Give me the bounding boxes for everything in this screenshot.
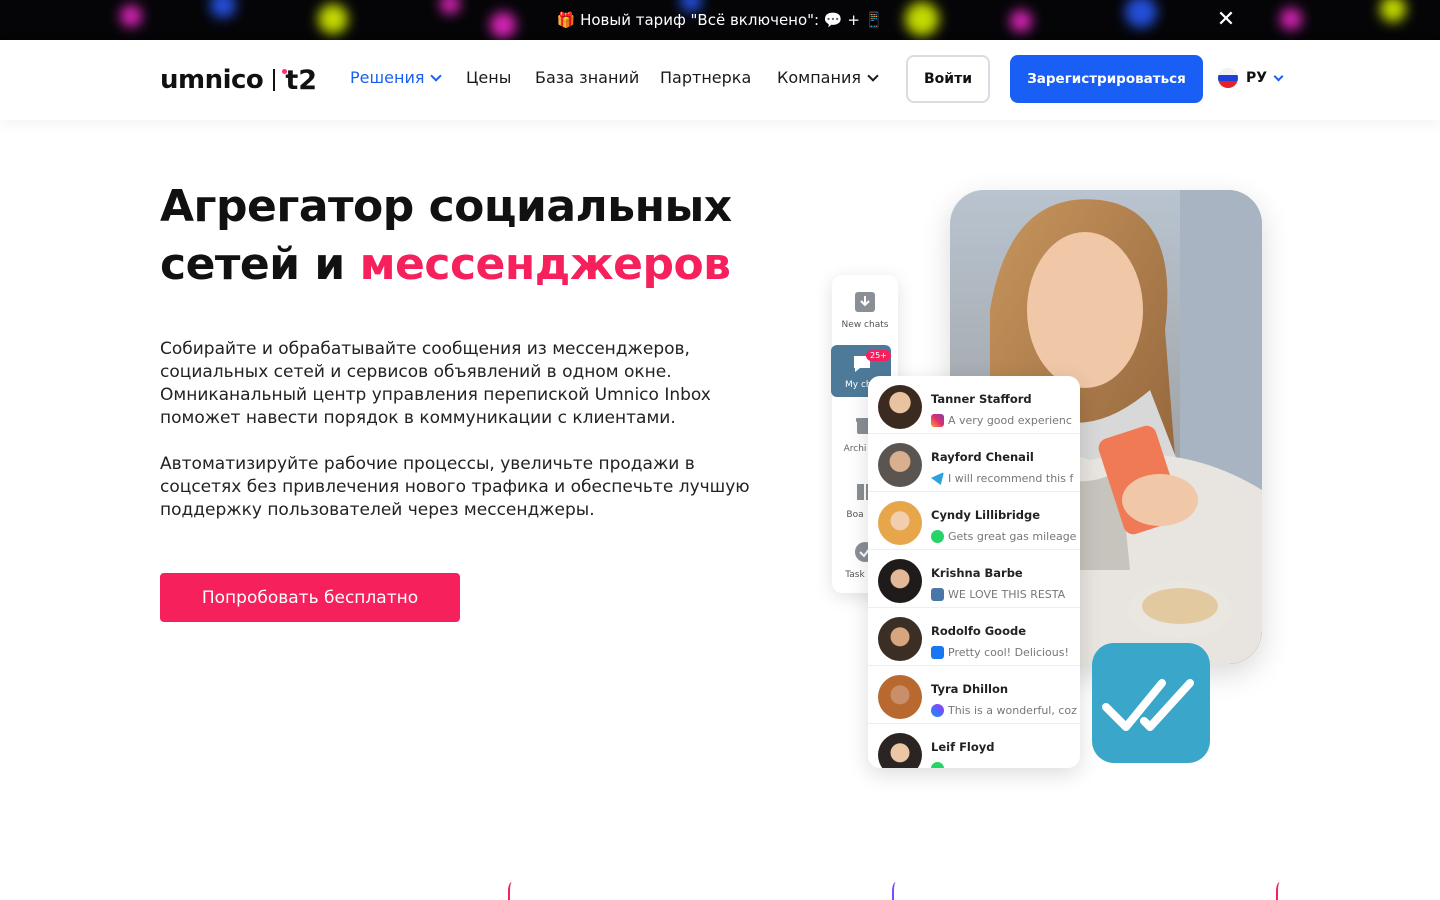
hero-description: Собирайте и обрабатывайте сообщения из м… <box>160 338 760 545</box>
logo-umnico: umnico <box>160 65 264 95</box>
chat-list-item[interactable]: Cyndy Lillibridge Gets great gas mileage <box>868 492 1080 550</box>
nav-prices-label: Цены <box>466 68 512 87</box>
sidebar-item-new-chats[interactable]: New chats <box>832 291 898 330</box>
chat-list-item[interactable]: Rodolfo Goode Pretty cool! Delicious! <box>868 608 1080 666</box>
vk-icon <box>931 588 944 601</box>
avatar <box>878 675 922 719</box>
inbox-download-icon <box>855 292 875 312</box>
chat-list-item[interactable]: Tyra Dhillon This is a wonderful, coz <box>868 666 1080 724</box>
nav-partners-label: Партнерка <box>660 68 752 87</box>
instagram-icon <box>931 414 944 427</box>
nav-partners[interactable]: Партнерка <box>660 68 777 87</box>
try-free-button[interactable]: Попробовать бесплатно <box>160 573 460 622</box>
language-selector[interactable]: РУ <box>1218 68 1284 88</box>
whatsapp-icon <box>931 530 944 543</box>
decorative-arc <box>892 882 900 900</box>
hero-paragraph-2: Автоматизируйте рабочие процессы, увелич… <box>160 454 750 520</box>
hero-title-accent: мессенджеров <box>359 239 731 290</box>
logo[interactable]: umnico t2 <box>160 60 317 100</box>
double-check-icon <box>1092 643 1210 763</box>
avatar <box>878 501 922 545</box>
language-label: РУ <box>1246 70 1268 86</box>
login-button[interactable]: Войти <box>906 55 990 103</box>
messenger-icon <box>931 704 944 717</box>
chevron-down-icon <box>867 69 879 82</box>
nav-knowledge-base[interactable]: База знаний <box>535 68 660 87</box>
promo-banner: 🎁 Новый тариф "Всё включено": 💬 + 📱 ✕ <box>0 0 1440 40</box>
logo-divider <box>273 69 276 91</box>
nav-prices[interactable]: Цены <box>466 68 535 87</box>
nav-knowledge-base-label: База знаний <box>535 68 640 87</box>
telegram-icon <box>931 472 944 485</box>
unread-badge: 25+ <box>866 350 891 361</box>
decorative-arc <box>508 882 516 900</box>
avatar <box>878 559 922 603</box>
facebook-icon <box>931 646 944 659</box>
avatar <box>878 443 922 487</box>
site-header: umnico t2 Решения Цены База знаний Партн… <box>0 40 1440 120</box>
register-button[interactable]: Зарегистрироваться <box>1010 55 1203 103</box>
nav-solutions-label: Решения <box>350 68 425 87</box>
hero-paragraph-1: Собирайте и обрабатывайте сообщения из м… <box>160 339 711 428</box>
russia-flag-icon <box>1218 68 1238 88</box>
chat-list-item[interactable]: Leif Floyd <box>868 724 1080 768</box>
chevron-down-icon <box>1273 71 1284 81</box>
close-icon[interactable]: ✕ <box>1214 8 1238 32</box>
avatar <box>878 385 922 429</box>
decorative-arc <box>1276 882 1284 900</box>
chat-list: Tanner Stafford A very good experienc Ra… <box>868 376 1080 768</box>
chat-list-item[interactable]: Tanner Stafford A very good experienc <box>868 376 1080 434</box>
chat-list-item[interactable]: Rayford Chenail I will recommend this f <box>868 434 1080 492</box>
avatar <box>878 617 922 661</box>
avatar <box>878 733 922 768</box>
chevron-down-icon <box>430 69 443 82</box>
nav-solutions[interactable]: Решения <box>350 68 466 87</box>
logo-t2: t2 <box>282 65 317 96</box>
whatsapp-icon <box>931 762 944 768</box>
hero-title: Агрегатор социальных сетей и мессенджеро… <box>160 181 732 290</box>
main-nav: Решения Цены База знаний Партнерка Компа… <box>350 68 887 87</box>
chat-list-item[interactable]: Krishna Barbe WE LOVE THIS RESTA <box>868 550 1080 608</box>
nav-company[interactable]: Компания <box>777 68 887 87</box>
nav-company-label: Компания <box>777 68 861 87</box>
